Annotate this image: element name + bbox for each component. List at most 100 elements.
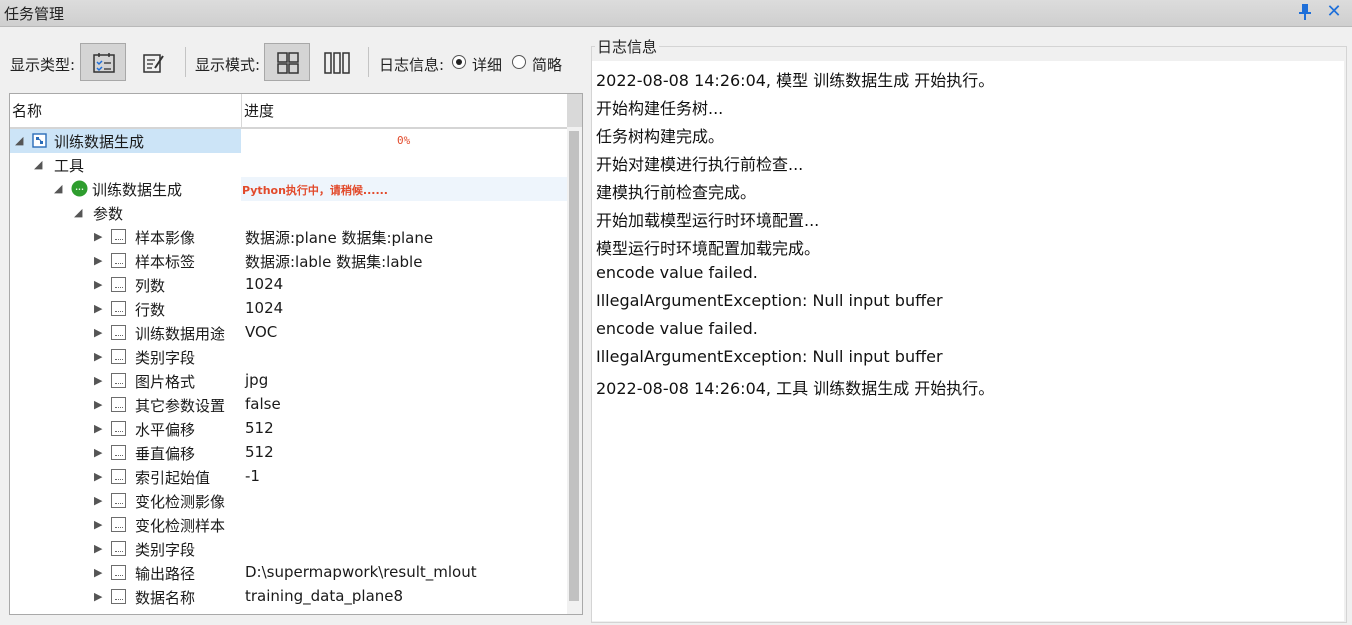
param-checkbox[interactable] (111, 541, 126, 556)
expand-arrow-icon[interactable]: ▶ (94, 326, 102, 339)
grid-mode-button[interactable] (264, 43, 310, 81)
log-textarea[interactable]: 2022-08-08 14:26:04, 模型 训练数据生成 开始执行。 开始构… (592, 61, 1344, 621)
param-row[interactable]: ▶ 样本标签 数据源:lable 数据集:lable (10, 249, 567, 273)
param-row[interactable]: ▶ 样本影像 数据源:plane 数据集:plane (10, 225, 567, 249)
param-checkbox[interactable] (111, 349, 126, 364)
column-header-progress[interactable]: 进度 (244, 100, 274, 121)
radio-brief[interactable] (512, 55, 526, 69)
param-checkbox[interactable] (111, 277, 126, 292)
column-mode-button[interactable] (312, 43, 358, 81)
param-checkbox[interactable] (111, 565, 126, 580)
collapse-arrow-icon[interactable]: ◢ (34, 158, 42, 171)
task-list-view-button[interactable] (80, 43, 126, 81)
param-checkbox[interactable] (111, 253, 126, 268)
param-checkbox[interactable] (111, 445, 126, 460)
collapse-arrow-icon[interactable]: ◢ (74, 206, 82, 219)
log-line: 开始加载模型运行时环境配置... (596, 211, 820, 230)
param-row[interactable]: ▶ 图片格式 jpg (10, 369, 567, 393)
radio-detail-label[interactable]: 详细 (472, 54, 502, 75)
param-row[interactable]: ▶ 索引起始值 -1 (10, 465, 567, 489)
param-name: 行数 (135, 301, 166, 319)
pin-icon[interactable] (1298, 3, 1314, 21)
expand-arrow-icon[interactable]: ▶ (94, 230, 102, 243)
expand-arrow-icon[interactable]: ▶ (94, 302, 102, 315)
expand-arrow-icon[interactable]: ▶ (94, 446, 102, 459)
param-name: 样本影像 (135, 229, 196, 247)
param-row[interactable]: ▶ 水平偏移 512 (10, 417, 567, 441)
param-value: 数据源:plane 数据集:plane (245, 229, 434, 247)
column-header-name[interactable]: 名称 (12, 100, 42, 121)
param-row[interactable]: ▶ 训练数据用途 VOC (10, 321, 567, 345)
param-row[interactable]: ▶ 垂直偏移 512 (10, 441, 567, 465)
param-checkbox[interactable] (111, 229, 126, 244)
expand-arrow-icon[interactable]: ▶ (94, 542, 102, 555)
expand-arrow-icon[interactable]: ▶ (94, 590, 102, 603)
expand-arrow-icon[interactable]: ▶ (94, 278, 102, 291)
expand-arrow-icon[interactable]: ▶ (94, 422, 102, 435)
expand-arrow-icon[interactable]: ▶ (94, 518, 102, 531)
scrollbar-header-cap (567, 94, 582, 127)
param-value: jpg (245, 371, 269, 389)
param-value: 数据源:lable 数据集:lable (245, 253, 423, 271)
expand-arrow-icon[interactable]: ▶ (94, 374, 102, 387)
tree-row-tools[interactable]: ◢ 工具 (10, 153, 567, 177)
display-mode-label: 显示模式: (195, 56, 261, 74)
tree-node-label: 参数 (93, 205, 124, 223)
param-checkbox[interactable] (111, 517, 126, 532)
radio-detail[interactable] (452, 55, 466, 69)
tree-row-tool[interactable]: ◢ ••• 训练数据生成 Python执行中，请稍候...... (10, 177, 567, 201)
column-divider[interactable] (241, 94, 242, 127)
param-checkbox[interactable] (111, 469, 126, 484)
param-row[interactable]: ▶ 行数 1024 (10, 297, 567, 321)
vertical-scrollbar[interactable] (567, 94, 582, 614)
tree-row-params[interactable]: ◢ 参数 (10, 201, 567, 225)
param-row[interactable]: ▶ 其它参数设置 false (10, 393, 567, 417)
collapse-arrow-icon[interactable]: ◢ (15, 134, 23, 147)
param-row[interactable]: ▶ 变化检测影像 (10, 489, 567, 513)
param-checkbox[interactable] (111, 421, 126, 436)
param-checkbox[interactable] (111, 493, 126, 508)
title-bar: 任务管理 ✕ (0, 0, 1352, 27)
param-name: 类别字段 (135, 349, 196, 367)
scrollbar-thumb[interactable] (569, 131, 579, 601)
expand-arrow-icon[interactable]: ▶ (94, 254, 102, 267)
expand-arrow-icon[interactable]: ▶ (94, 470, 102, 483)
expand-arrow-icon[interactable]: ▶ (94, 566, 102, 579)
param-row[interactable]: ▶ 数据名称 training_data_plane8 (10, 585, 567, 609)
edit-icon (143, 54, 164, 73)
log-line: IllegalArgumentException: Null input buf… (596, 347, 943, 366)
radio-brief-label[interactable]: 简略 (532, 54, 562, 75)
param-checkbox[interactable] (111, 589, 126, 604)
log-panel: 日志信息 2022-08-08 14:26:04, 模型 训练数据生成 开始执行… (590, 27, 1352, 625)
param-row[interactable]: ▶ 类别字段 (10, 537, 567, 561)
log-line: IllegalArgumentException: Null input buf… (596, 291, 943, 310)
log-info-label: 日志信息: (379, 56, 445, 74)
param-name: 索引起始值 (135, 469, 211, 487)
expand-arrow-icon[interactable]: ▶ (94, 494, 102, 507)
param-row[interactable]: ▶ 类别字段 (10, 345, 567, 369)
collapse-arrow-icon[interactable]: ◢ (54, 182, 62, 195)
tree-node-label: 训练数据生成 (92, 181, 183, 199)
param-checkbox[interactable] (111, 373, 126, 388)
edit-view-button[interactable] (130, 43, 176, 81)
param-name: 输出路径 (135, 565, 196, 583)
toolbar: 显示类型: 显示模式: 日志信息: 详细 简略 (0, 27, 588, 93)
param-name: 训练数据用途 (135, 325, 226, 343)
param-checkbox[interactable] (111, 301, 126, 316)
param-value: false (245, 395, 281, 413)
grid-icon (277, 52, 299, 74)
running-status-icon: ••• (71, 180, 88, 201)
expand-arrow-icon[interactable]: ▶ (94, 398, 102, 411)
window-title: 任务管理 (4, 5, 65, 23)
param-name: 其它参数设置 (135, 397, 226, 415)
expand-arrow-icon[interactable]: ▶ (94, 350, 102, 363)
tree-row-root[interactable]: ◢ 训练数据生成 0% (10, 129, 567, 153)
param-row[interactable]: ▶ 输出路径 D:\supermapwork\result_mlout (10, 561, 567, 585)
param-row[interactable]: ▶ 变化检测样本 (10, 513, 567, 537)
param-checkbox[interactable] (111, 397, 126, 412)
param-value: training_data_plane8 (245, 587, 404, 605)
param-row[interactable]: ▶ 列数 1024 (10, 273, 567, 297)
close-icon[interactable]: ✕ (1324, 1, 1344, 23)
param-checkbox[interactable] (111, 325, 126, 340)
param-name: 样本标签 (135, 253, 196, 271)
